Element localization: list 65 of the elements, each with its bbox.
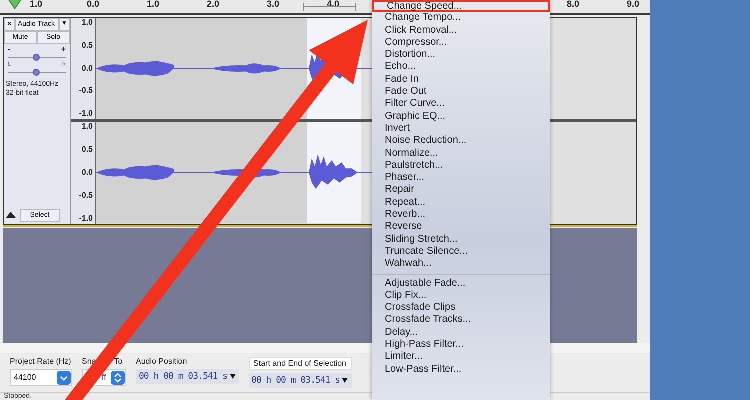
- menu-item[interactable]: Click Removal...: [372, 24, 550, 37]
- menu-item[interactable]: Sliding Stretch...: [372, 234, 550, 246]
- menu-item[interactable]: Fade In: [372, 74, 550, 86]
- ruler-label: 9.0: [627, 0, 640, 9]
- axis-label: -1.0: [79, 214, 93, 224]
- axis-label: -0.5: [79, 86, 93, 96]
- menu-item[interactable]: Clip Fix...: [372, 290, 550, 302]
- axis-label: -0.5: [79, 190, 93, 201]
- menu-item[interactable]: Paulstretch...: [372, 160, 550, 172]
- menu-item[interactable]: Repeat...: [372, 196, 550, 210]
- caret-icon[interactable]: [342, 378, 348, 384]
- ruler-label: 3.0: [267, 0, 280, 9]
- audio-position-field[interactable]: 00 h 00 m 03.541 s: [136, 369, 239, 384]
- menu-item[interactable]: Echo...: [372, 61, 550, 74]
- playhead-icon[interactable]: [8, 0, 22, 10]
- snap-to-label: To: [114, 357, 123, 366]
- collapse-icon[interactable]: [6, 212, 16, 218]
- selection-mode-dropdown[interactable]: Start and End of Selection: [248, 357, 352, 370]
- menu-item[interactable]: Delay...: [372, 326, 550, 340]
- menu-item[interactable]: Low-Pass Filter...: [372, 364, 550, 376]
- axis-label: 0.0: [82, 168, 93, 178]
- axis-label: 1.0: [82, 18, 93, 28]
- menu-item[interactable]: Graphic EQ...: [372, 110, 550, 123]
- menu-item[interactable]: Compressor...: [372, 36, 550, 50]
- menu-item[interactable]: Crossfade Clips: [372, 302, 550, 314]
- waveform-drawing[interactable]: [96, 122, 372, 224]
- menu-item[interactable]: Noise Reduction...: [372, 135, 550, 148]
- audio-position-label: Audio Position: [136, 357, 188, 366]
- menu-item[interactable]: Reverb...: [372, 209, 550, 222]
- project-rate-dropdown[interactable]: 44100: [10, 369, 72, 386]
- menu-item[interactable]: Change Tempo...: [372, 12, 550, 25]
- menu-item[interactable]: Crossfade Tracks...: [372, 314, 550, 327]
- menu-item[interactable]: Limiter...: [372, 351, 550, 364]
- axis-label: 0.0: [82, 64, 93, 74]
- menu-item[interactable]: Truncate Silence...: [372, 246, 550, 258]
- ruler-label: 8.0: [567, 0, 580, 9]
- ruler-label: 1.0: [30, 0, 43, 9]
- menu-item[interactable]: Filter Curve...: [372, 98, 550, 111]
- ruler-label: 1.0: [147, 0, 160, 9]
- axis-label: -1.0: [79, 109, 93, 120]
- axis-label: 0.5: [82, 145, 93, 156]
- menu-item[interactable]: Fade Out: [372, 86, 550, 98]
- axis-label: 1.0: [82, 122, 93, 132]
- ruler-label: 2.0: [207, 0, 220, 9]
- waveform-drawing[interactable]: [96, 18, 372, 120]
- menu-item[interactable]: Repair: [372, 184, 550, 197]
- caret-icon[interactable]: [230, 374, 236, 380]
- ruler-label: 0.0: [87, 0, 100, 9]
- slider-thumb[interactable]: [33, 68, 40, 76]
- slider-max-label: +: [61, 46, 66, 54]
- menu-item[interactable]: Wahwah...: [372, 258, 550, 271]
- menu-item[interactable]: Adjustable Fade...: [372, 278, 550, 290]
- menu-item[interactable]: Normalize...: [372, 148, 550, 160]
- project-rate-label: Project Rate (Hz): [10, 357, 72, 366]
- menu-item[interactable]: Phaser...: [372, 172, 550, 184]
- menu-item[interactable]: Reverse: [372, 221, 550, 234]
- menu-item[interactable]: Invert: [372, 122, 550, 136]
- stepper-arrows-icon[interactable]: [111, 370, 125, 385]
- selection-start-field[interactable]: 00 h 00 m 03.541 s: [248, 373, 352, 388]
- slider-thumb[interactable]: [33, 54, 40, 61]
- menu-item[interactable]: High-Pass Filter...: [372, 339, 550, 352]
- menu-item[interactable]: Change Speed...: [372, 0, 550, 12]
- slider-min-label: -: [8, 46, 11, 54]
- menu-item[interactable]: Distortion...: [372, 49, 550, 62]
- axis-label: 0.5: [82, 40, 93, 51]
